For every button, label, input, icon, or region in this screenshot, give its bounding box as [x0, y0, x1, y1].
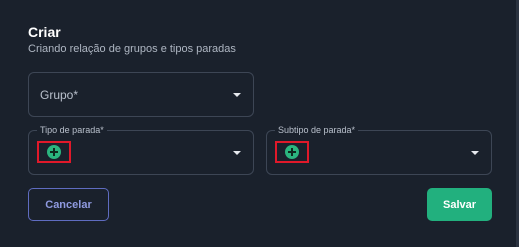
chevron-down-icon[interactable] [233, 93, 241, 97]
chevron-down-icon[interactable] [471, 151, 479, 155]
tipo-parada-add-button[interactable] [37, 141, 71, 163]
plus-circle-icon[interactable] [47, 145, 61, 159]
dialog-title: Criar [28, 24, 61, 40]
create-dialog: Criar Criando relação de grupos e tipos … [0, 0, 519, 247]
plus-circle-icon[interactable] [285, 145, 299, 159]
subtipo-parada-select[interactable]: Subtipo de parada* [266, 124, 492, 175]
subtipo-parada-add-button[interactable] [275, 141, 309, 163]
grupo-select[interactable]: Grupo* [28, 72, 254, 117]
save-button[interactable]: Salvar [427, 188, 492, 221]
chevron-down-icon[interactable] [233, 151, 241, 155]
dialog-subtitle: Criando relação de grupos e tipos parada… [28, 43, 236, 55]
grupo-placeholder: Grupo* [40, 88, 79, 102]
tipo-parada-select[interactable]: Tipo de parada* [28, 124, 254, 175]
subtipo-parada-label: Subtipo de parada* [275, 124, 359, 136]
cancel-button[interactable]: Cancelar [28, 188, 109, 221]
tipo-parada-label: Tipo de parada* [37, 124, 107, 136]
